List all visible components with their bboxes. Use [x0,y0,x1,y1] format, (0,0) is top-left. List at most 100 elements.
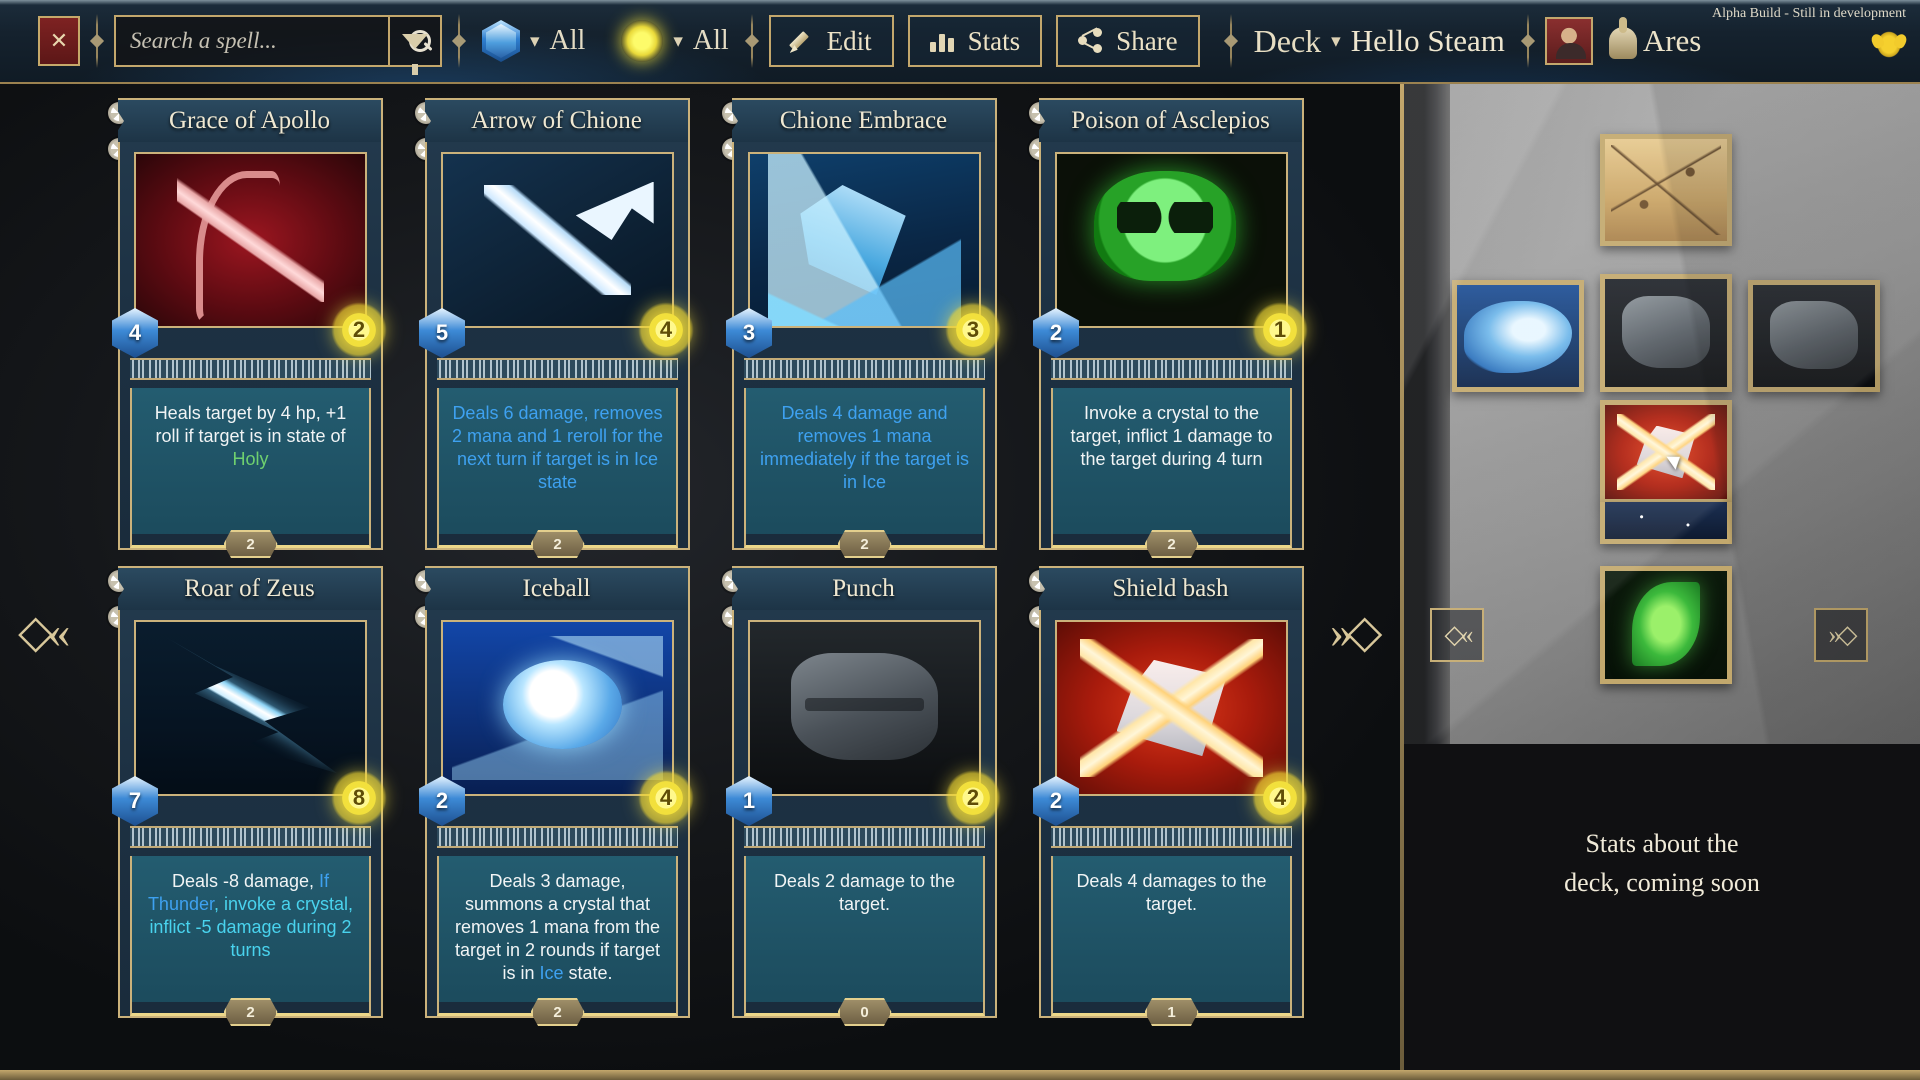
card-title: Poison of Asclepios [1071,107,1270,134]
night-sky-art [1605,502,1727,539]
card-power-value: 4 [638,302,694,358]
edit-button-label: Edit [826,25,872,56]
mana-filter-dropdown[interactable]: ▾ All [476,20,591,62]
stats-placeholder-line1: Stats about the [1585,829,1739,858]
deck-preview: ◇« »◇ [1404,84,1920,744]
card-count-badge: 2 [1144,530,1199,558]
helmet-icon [1603,17,1643,63]
greek-key-divider [744,358,985,380]
card-power-number: 4 [659,785,673,810]
deck-thumb-rock[interactable] [1748,280,1880,392]
search-input[interactable] [130,28,407,54]
deck-builder-screen: ✕ ▾ All ▾ All [0,0,1920,1080]
stats-button-label: Stats [967,25,1021,56]
deck-thumb-scroll-map[interactable] [1600,134,1732,246]
deck-next-button[interactable]: »◇ [1814,608,1868,662]
bottom-border [0,1070,1920,1080]
card-body: 2 4 Deals 3 damage, summons a crystal th… [419,610,694,1026]
rock-fist-art [1605,279,1727,387]
deck-selector[interactable]: Deck ▾ Hello Steam [1248,23,1511,60]
power-filter-label: All [692,25,729,56]
spell-card[interactable]: Grace of Apollo 4 2 Heals target by 4 hp… [100,98,387,558]
card-count-badge: 2 [837,530,892,558]
card-power-number: 2 [966,785,980,810]
search-field[interactable] [116,17,431,65]
toolbar-divider [750,14,753,68]
card-description: Deals 4 damages to the target. [1051,856,1292,1002]
toolbar-divider [1526,14,1529,68]
spell-card[interactable]: Chione Embrace 3 3 Deals 4 damage and re… [714,98,1001,558]
greek-key-divider [437,826,678,848]
bar-chart-icon [929,30,956,52]
power-filter-dropdown[interactable]: ▾ All [615,20,734,62]
deck-prev-button[interactable]: ◇« [1430,608,1484,662]
next-page-arrow[interactable]: »◇ [1330,604,1382,658]
prev-page-arrow[interactable]: ◇« [18,604,70,658]
share-button[interactable]: Share [1056,15,1200,67]
card-description-part: Invoke a crystal to the target, inflict … [1070,403,1273,470]
card-title: Roar of Zeus [184,575,315,602]
card-count-badge: 2 [223,998,278,1026]
spell-card[interactable]: Poison of Asclepios 2 1 Invoke a crystal… [1021,98,1308,558]
bug-report-icon[interactable] [1874,28,1904,58]
stats-button[interactable]: Stats [907,15,1043,67]
greek-key-divider [1051,358,1292,380]
deck-thumb-red-shield[interactable] [1600,400,1732,504]
card-power-value: 4 [1252,770,1308,826]
card-count-badge: 1 [1144,998,1199,1026]
alpha-build-note: Alpha Build - Still in development [1711,6,1906,21]
search-bar [114,15,442,75]
card-art-zone: 2 1 [1033,142,1308,358]
card-power-value: 2 [331,302,387,358]
card-footer: 1 [1051,998,1292,1026]
spell-card[interactable]: Punch 1 2 Deals 2 damage to the target. … [714,566,1001,1026]
card-body: 1 2 Deals 2 damage to the target. 0 [726,610,1001,1026]
card-power-number: 8 [352,785,366,810]
toolbar-divider [1229,14,1232,68]
card-art-zone: 7 8 [112,610,387,826]
card-power-value: 2 [945,770,1001,826]
card-art-zone: 3 3 [726,142,1001,358]
card-title-bar: Iceball [425,566,690,612]
card-footer: 2 [437,530,678,558]
red-shield-art [1605,405,1727,499]
card-art-zone: 2 4 [419,610,694,826]
card-description: Deals 6 damage, removes 2 mana and 1 rer… [437,388,678,534]
edit-button[interactable]: Edit [768,15,894,67]
card-count-badge: 0 [837,998,892,1026]
toolbar-divider [458,14,460,68]
deck-thumb-night-sky[interactable] [1600,502,1732,544]
card-power-number: 4 [659,317,673,342]
card-description-part: Holy [232,449,269,470]
greek-key-divider [437,358,678,380]
card-body: 7 8 Deals -8 damage, If Thunder, invoke … [112,610,387,1026]
card-description-part: Heals target by 4 hp, +1 roll if target … [154,403,347,447]
card-description: Deals 4 damage and removes 1 mana immedi… [744,388,985,534]
share-icon [1078,27,1104,54]
greek-key-divider [744,826,985,848]
spell-card[interactable]: Shield bash 2 4 Deals 4 damages to the t… [1021,566,1308,1026]
spell-card[interactable]: Roar of Zeus 7 8 Deals -8 damage, If Thu… [100,566,387,1026]
card-description: Deals 3 damage, summons a crystal that r… [437,856,678,1002]
deck-thumb-wave[interactable] [1452,280,1584,392]
card-title-bar: Shield bash [1039,566,1304,612]
stats-placeholder-line2: deck, coming soon [1564,868,1760,897]
card-title-bar: Chione Embrace [732,98,997,144]
chevron-down-icon: ▾ [673,30,683,52]
card-footer: 2 [744,530,985,558]
card-description-part: Deals -8 damage, [171,871,320,891]
greek-key-divider [130,826,371,848]
spell-card[interactable]: Iceball 2 4 Deals 3 damage, summons a cr… [407,566,694,1026]
card-title-bar: Arrow of Chione [425,98,690,144]
close-button[interactable]: ✕ [38,16,80,66]
card-description: Invoke a crystal to the target, inflict … [1051,388,1292,534]
avatar[interactable] [1544,17,1593,65]
deck-thumb-rock-fist[interactable] [1600,274,1732,392]
deck-thumb-leaf[interactable] [1600,566,1732,684]
card-body: 4 2 Heals target by 4 hp, +1 roll if tar… [112,142,387,558]
spell-card[interactable]: Arrow of Chione 5 4 Deals 6 damage, remo… [407,98,694,558]
leaf-art [1605,571,1727,679]
player-name: Ares [1642,23,1702,58]
card-title-bar: Grace of Apollo [118,98,383,144]
card-footer: 2 [437,998,678,1026]
